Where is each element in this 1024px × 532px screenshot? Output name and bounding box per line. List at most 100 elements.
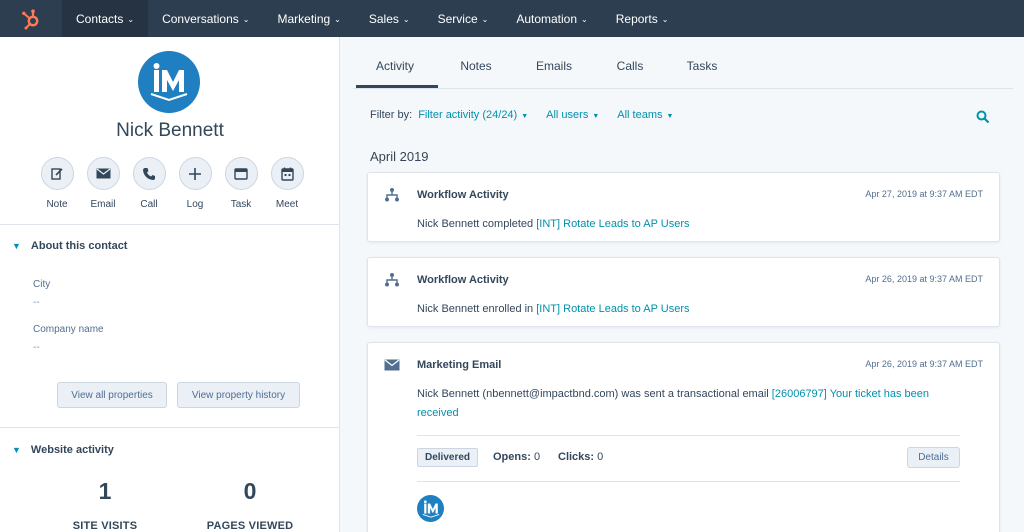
- all-teams-dropdown[interactable]: All teams ▼: [617, 109, 673, 121]
- site-visits-label: SITE VISITS: [72, 520, 138, 532]
- note-action[interactable]: Note: [34, 157, 80, 210]
- task-label: Task: [230, 199, 252, 210]
- all-users-dropdown[interactable]: All users ▼: [546, 109, 599, 121]
- view-all-properties-button[interactable]: View all properties: [57, 382, 167, 408]
- activity-card: Workflow Activity Apr 27, 2019 at 9:37 A…: [367, 172, 1000, 242]
- divider: [417, 435, 960, 436]
- chevron-down-icon: ▼: [12, 445, 21, 455]
- active-tab-indicator: [356, 85, 438, 88]
- caret-down-icon: ▼: [521, 113, 529, 120]
- chevron-down-icon: ⌄: [402, 15, 410, 24]
- filter-bar: Filter by: Filter activity (24/24) ▼ All …: [370, 109, 691, 121]
- city-label: City: [33, 279, 51, 290]
- about-section-toggle[interactable]: ▼ About this contact: [12, 240, 127, 252]
- quick-actions: Note Email Call Log Task Meet: [34, 157, 310, 210]
- clicks-label: Clicks:: [558, 451, 595, 463]
- tab-notes[interactable]: Notes: [437, 37, 515, 89]
- divider: [0, 427, 339, 428]
- caret-down-icon: ▼: [592, 113, 600, 120]
- city-value: --: [33, 297, 40, 308]
- impact-logo-icon: [422, 499, 439, 518]
- tab-emails[interactable]: Emails: [515, 37, 593, 89]
- log-action[interactable]: Log: [172, 157, 218, 210]
- meet-action[interactable]: Meet: [264, 157, 310, 210]
- workflow-link[interactable]: [INT] Rotate Leads to AP Users: [536, 218, 689, 230]
- chevron-down-icon: ⌄: [242, 15, 250, 24]
- caret-down-icon: ▼: [666, 113, 674, 120]
- tabs-divider: [353, 88, 1013, 89]
- all-teams-label: All teams: [617, 109, 663, 121]
- filter-activity-dropdown[interactable]: Filter activity (24/24) ▼: [418, 109, 528, 121]
- envelope-icon[interactable]: [86, 157, 120, 190]
- email-label: Email: [90, 199, 116, 210]
- contact-sidebar: Nick Bennett Note Email Call Log Task Me…: [0, 37, 340, 532]
- workflow-link[interactable]: [INT] Rotate Leads to AP Users: [536, 303, 689, 315]
- task-icon[interactable]: [224, 157, 258, 190]
- website-activity-heading: Website activity: [30, 444, 114, 456]
- tab-activity[interactable]: Activity: [353, 37, 437, 89]
- impact-logo-icon: [150, 63, 188, 102]
- clicks-metric: Clicks: 0: [558, 451, 603, 463]
- opens-metric: Opens: 0: [493, 451, 540, 463]
- activity-card: Workflow Activity Apr 26, 2019 at 9:37 A…: [367, 257, 1000, 327]
- status-badge: Delivered: [417, 448, 479, 467]
- about-heading: About this contact: [30, 240, 128, 252]
- filter-label: Filter by:: [370, 109, 413, 121]
- search-icon[interactable]: [976, 110, 990, 129]
- calendar-icon[interactable]: [270, 157, 304, 190]
- contact-avatar: [138, 51, 200, 113]
- nav-conversations[interactable]: Conversations ⌄: [148, 0, 263, 37]
- card-text: Nick Bennett (nbennett@impactbnd.com) wa…: [417, 388, 772, 400]
- company-name-value: --: [33, 342, 40, 353]
- nav-marketing[interactable]: Marketing ⌄: [263, 0, 354, 37]
- website-activity-toggle[interactable]: ▼ Website activity: [12, 444, 114, 456]
- chevron-down-icon: ⌄: [334, 15, 341, 24]
- activity-card: Marketing Email Apr 26, 2019 at 9:37 AM …: [367, 342, 1000, 532]
- filter-activity-label: Filter activity (24/24): [418, 109, 518, 121]
- tab-calls[interactable]: Calls: [593, 37, 667, 89]
- phone-icon[interactable]: [132, 157, 166, 190]
- chevron-down-icon: ⌄: [661, 15, 669, 24]
- plus-icon[interactable]: [178, 157, 212, 190]
- email-action[interactable]: Email: [80, 157, 126, 210]
- opens-value: 0: [533, 451, 541, 463]
- workflow-icon: [384, 272, 400, 293]
- nav-automation[interactable]: Automation ⌄: [502, 0, 601, 37]
- note-label: Note: [46, 199, 68, 210]
- pencil-icon[interactable]: [40, 157, 74, 190]
- pages-viewed-label: PAGES VIEWED: [206, 520, 294, 532]
- divider: [0, 224, 339, 225]
- details-button[interactable]: Details: [907, 447, 960, 468]
- pages-viewed-count: 0: [243, 478, 257, 504]
- card-body: Nick Bennett enrolled in [INT] Rotate Le…: [417, 300, 977, 319]
- hubspot-logo-icon[interactable]: [0, 0, 62, 37]
- card-body: Nick Bennett (nbennett@impactbnd.com) wa…: [417, 385, 972, 423]
- divider: [417, 481, 960, 482]
- sender-avatar: [417, 495, 444, 522]
- view-property-history-button[interactable]: View property history: [177, 382, 300, 408]
- nav-service[interactable]: Service ⌄: [424, 0, 503, 37]
- card-text: Nick Bennett enrolled in: [417, 303, 537, 315]
- chevron-down-icon: ⌄: [127, 15, 135, 24]
- month-heading: April 2019: [370, 149, 429, 164]
- call-action[interactable]: Call: [126, 157, 172, 210]
- card-body: Nick Bennett completed [INT] Rotate Lead…: [417, 215, 977, 234]
- clicks-value: 0: [597, 451, 604, 463]
- card-title: Workflow Activity: [417, 189, 509, 201]
- nav-contacts[interactable]: Contacts ⌄: [62, 0, 149, 37]
- call-label: Call: [140, 199, 158, 210]
- meet-label: Meet: [275, 199, 299, 210]
- card-title: Marketing Email: [417, 359, 502, 371]
- workflow-icon: [384, 187, 400, 208]
- tab-bar: Activity Notes Emails Calls Tasks: [353, 37, 1013, 89]
- all-users-label: All users: [546, 109, 589, 121]
- company-name-label: Company name: [33, 324, 104, 335]
- contact-name: Nick Bennett: [116, 120, 224, 141]
- log-label: Log: [186, 199, 204, 210]
- tab-tasks[interactable]: Tasks: [667, 37, 737, 89]
- top-navigation: Contacts ⌄ Conversations ⌄ Marketing ⌄ Sale…: [0, 0, 1024, 37]
- task-action[interactable]: Task: [218, 157, 264, 210]
- card-text: Nick Bennett completed: [417, 218, 537, 230]
- nav-reports[interactable]: Reports ⌄: [602, 0, 683, 37]
- nav-sales[interactable]: Sales ⌄: [355, 0, 424, 37]
